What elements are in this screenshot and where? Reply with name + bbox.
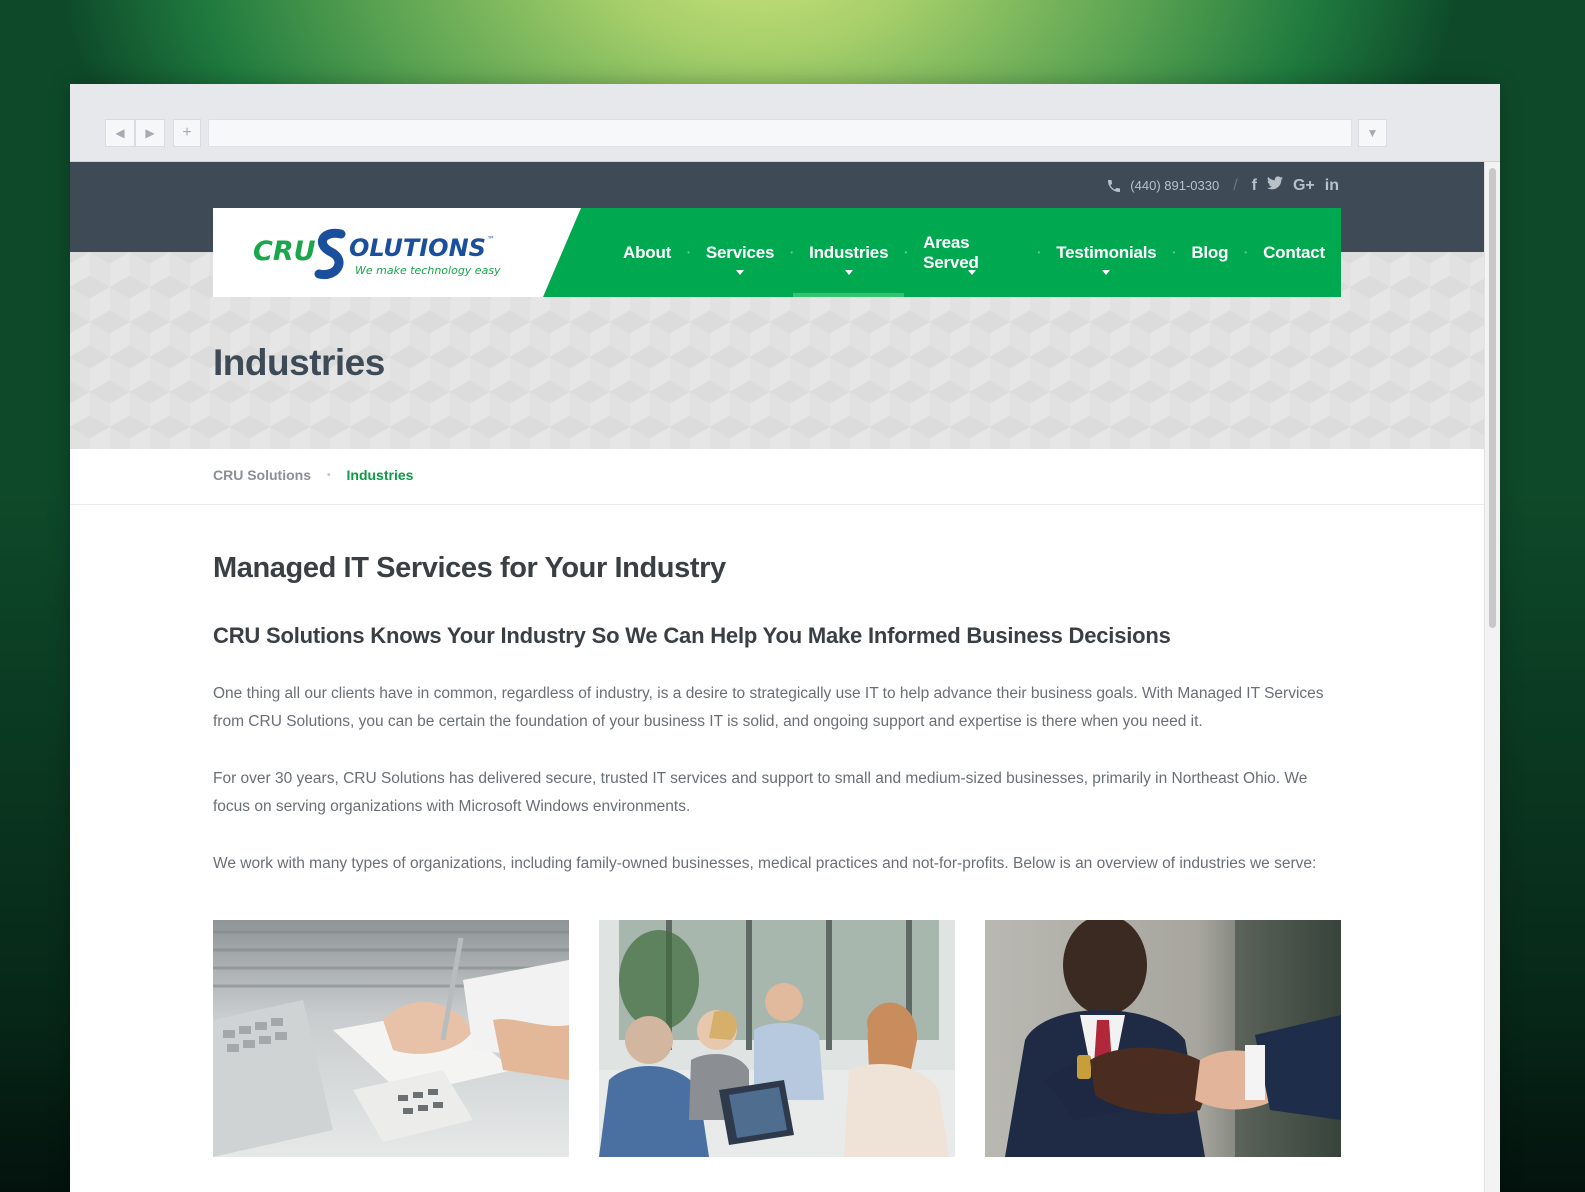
linkedin-icon[interactable]: in <box>1325 177 1339 195</box>
cru-solutions-logo[interactable]: CRU OLUTIONS ™ We make technology easy <box>253 222 513 282</box>
nav-item-blog[interactable]: Blog <box>1175 208 1244 297</box>
page-title: Industries <box>213 342 385 383</box>
chevron-down-icon: ▼ <box>1366 126 1379 140</box>
nav-label-services: Services <box>705 242 775 262</box>
content-paragraph: We work with many types of organizations… <box>213 855 1317 872</box>
nav-item-contact[interactable]: Contact <box>1247 208 1341 297</box>
caret-down-icon <box>736 270 745 275</box>
breadcrumb-home-link[interactable]: CRU Solutions <box>213 467 311 483</box>
nav-item-industries[interactable]: Industries <box>793 208 905 297</box>
nav-item-areas-served[interactable]: Areas Served <box>907 208 1037 297</box>
logo-trademark: ™ <box>487 235 495 244</box>
nav-item-about[interactable]: About <box>607 208 687 297</box>
history-buttons: ◀ ▶ <box>105 119 165 147</box>
breadcrumb-current: Industries <box>346 467 414 483</box>
main-content: Managed IT Services for Your Industry CR… <box>213 552 1343 878</box>
nav-label-areas-served: Areas Served <box>923 232 979 272</box>
browser-window: ◀ ▶ + ▼ (440) 891-0330 / f G+ in Industr… <box>70 84 1500 1192</box>
logo-container[interactable]: CRU OLUTIONS ™ We make technology easy <box>213 208 583 297</box>
browser-toolbar: ◀ ▶ + ▼ <box>70 84 1500 162</box>
address-bar[interactable] <box>208 119 1352 147</box>
phone-icon <box>1108 179 1121 192</box>
twitter-icon[interactable] <box>1266 176 1283 195</box>
photo-handshake[interactable] <box>985 920 1341 1157</box>
phone-number[interactable]: (440) 891-0330 <box>1130 178 1219 193</box>
scrollbar-thumb[interactable] <box>1489 168 1496 628</box>
content-heading: Managed IT Services for Your Industry <box>213 552 726 584</box>
plus-icon: + <box>182 124 192 141</box>
breadcrumb-bar: CRU Solutions • Industries <box>70 449 1484 505</box>
caret-down-icon <box>968 270 977 275</box>
photo-team-meeting[interactable] <box>599 920 955 1157</box>
nav-item-testimonials[interactable]: Testimonials <box>1040 208 1172 297</box>
breadcrumb: CRU Solutions • Industries <box>213 467 413 483</box>
social-links: f G+ in <box>1252 176 1339 195</box>
facebook-icon[interactable]: f <box>1252 177 1257 195</box>
caret-down-icon <box>844 270 853 275</box>
active-indicator <box>793 293 905 297</box>
nav-label-testimonials: Testimonials <box>1056 242 1157 262</box>
logo-word-solutions: OLUTIONS <box>349 234 486 262</box>
nav-menu: About • Services • Industries • Areas Se… <box>607 208 1341 297</box>
topbar-separator: / <box>1233 176 1238 194</box>
site-header: CRU OLUTIONS ™ We make technology easy A… <box>213 208 1341 297</box>
logo-word-cru: CRU <box>253 236 316 267</box>
google-plus-icon[interactable]: G+ <box>1293 177 1315 195</box>
browser-menu-button[interactable]: ▼ <box>1358 119 1387 147</box>
nav-label-blog: Blog <box>1191 242 1229 262</box>
caret-down-icon <box>1102 270 1111 275</box>
content-paragraph: One thing all our clients have in common… <box>213 685 1324 730</box>
logo-tagline: We make technology easy <box>355 264 501 277</box>
content-paragraph: For over 30 years, CRU Solutions has del… <box>213 770 1308 815</box>
nav-label-industries: Industries <box>809 242 889 262</box>
industry-photos <box>213 920 1341 1157</box>
new-tab-button[interactable]: + <box>173 119 201 147</box>
nav-item-services[interactable]: Services <box>690 208 790 297</box>
nav-label-contact: Contact <box>1263 242 1325 262</box>
content-subheading: CRU Solutions Knows Your Industry So We … <box>213 623 1171 648</box>
page-scrollbar[interactable] <box>1484 162 1500 1192</box>
forward-arrow-icon: ▶ <box>145 126 155 140</box>
contact-line: (440) 891-0330 / f G+ in <box>1106 176 1339 195</box>
forward-button[interactable]: ▶ <box>135 119 165 147</box>
back-arrow-icon: ◀ <box>115 126 125 140</box>
back-button[interactable]: ◀ <box>105 119 135 147</box>
page-viewport: (440) 891-0330 / f G+ in Industries CRU <box>70 162 1484 1192</box>
photo-writing-at-desk[interactable] <box>213 920 569 1157</box>
nav-label-about: About <box>623 242 672 262</box>
breadcrumb-separator: • <box>327 469 331 481</box>
